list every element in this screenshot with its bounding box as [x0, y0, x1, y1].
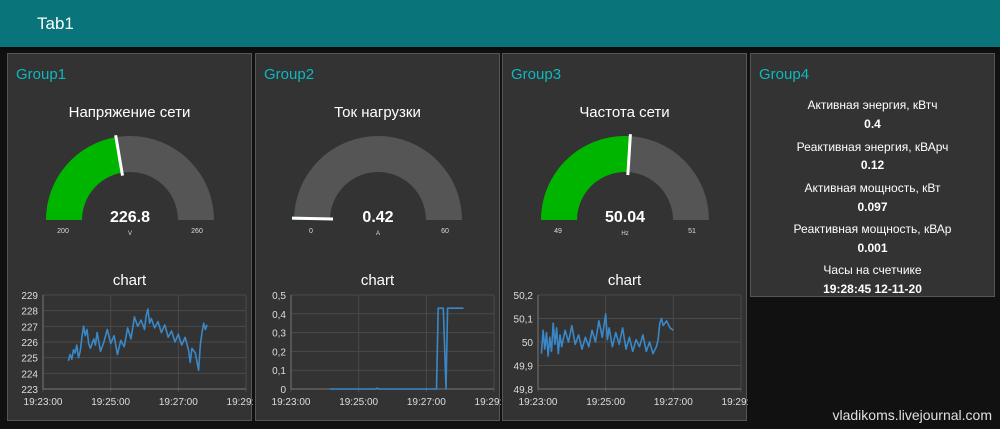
chart-y-tick-label: 228: [21, 307, 38, 318]
current-gauge: 0.42 A 0 60: [291, 136, 462, 237]
gauge-max-label: 51: [688, 228, 696, 235]
group-title: Group2: [264, 66, 315, 83]
chart-series-line: [329, 307, 464, 390]
frequency-gauge: 50.04 Hz 49 51: [541, 134, 709, 237]
gauge-value: 50.04: [605, 209, 645, 226]
chart-y-tick-label: 225: [21, 354, 38, 365]
active-energy-label: Активная энергия, кВтч: [807, 98, 938, 112]
gauge-unit: A: [376, 231, 380, 237]
reactive-power-label: Реактивная мощность, кВАр: [793, 222, 952, 236]
gauge-value: 0.42: [362, 209, 393, 226]
chart-title: chart: [112, 272, 147, 289]
current-chart: 0 0,1 0,2 0,3 0,4 0,5 19:23:00 19:25:00 19:27:00…: [272, 291, 501, 408]
group-3-card: Group3 Частота сети 50.04 Hz 49 51 chart…: [502, 53, 748, 421]
chart-x-tick-label: 19:29:00: [227, 397, 253, 408]
chart-x-tick-label: 19:27:00: [407, 397, 446, 408]
chart-y-tick-label: 50,2: [514, 291, 534, 302]
chart-x-tick-label: 19:29:00: [475, 397, 501, 408]
reactive-energy-label: Реактивная энергия, кВАрч: [796, 140, 949, 154]
active-energy-value: 0.4: [864, 117, 881, 131]
chart-x-tick-label: 19:23:00: [519, 397, 558, 408]
gauge-min-label: 200: [57, 228, 69, 235]
meter-clock-value: 19:28:45 12-11-20: [823, 282, 922, 296]
chart-y-tick-label: 0,1: [272, 366, 286, 377]
gauge-title: Напряжение сети: [68, 104, 191, 121]
chart-y-tick-label: 50: [522, 338, 534, 349]
chart-y-tick-label: 226: [21, 338, 38, 349]
gauge-track: [294, 136, 462, 220]
active-power-label: Активная мощность, кВт: [804, 181, 941, 195]
chart-y-tick-label: 49,9: [514, 362, 534, 373]
gauge-max-label: 60: [441, 228, 449, 235]
gauge-unit: V: [128, 231, 132, 237]
chart-y-tick-label: 0,3: [272, 329, 286, 340]
group-title: Group4: [759, 66, 810, 83]
chart-title: chart: [607, 272, 642, 289]
gauge-unit: Hz: [621, 231, 628, 237]
gauge-title: Ток нагрузки: [334, 104, 421, 121]
gauge-min-label: 49: [554, 228, 562, 235]
tab-title[interactable]: Tab1: [37, 14, 74, 34]
chart-y-tick-label: 49,8: [514, 385, 534, 396]
chart-y-tick-label: 224: [21, 369, 38, 380]
chart-x-tick-label: 19:23:00: [272, 397, 311, 408]
chart-series-line: [540, 312, 674, 357]
group-title: Group3: [511, 66, 562, 83]
chart-y-tick-label: 50,1: [514, 315, 534, 326]
chart-y-tick-label: 0: [280, 385, 286, 396]
gauge-fill: [541, 136, 631, 220]
chart-title: chart: [360, 272, 395, 289]
voltage-gauge: 226.8 V 200 260: [46, 134, 214, 237]
active-power-value: 0.097: [857, 200, 888, 214]
chart-x-tick-label: 19:25:00: [339, 397, 378, 408]
group-title: Group1: [16, 66, 67, 83]
chart-y-tick-label: 229: [21, 291, 38, 302]
gauge-min-label: 0: [309, 228, 313, 235]
meter-clock-label: Часы на счетчике: [823, 263, 922, 277]
chart-y-tick-label: 0,5: [272, 291, 286, 302]
chart-x-tick-label: 19:25:00: [91, 397, 130, 408]
chart-series-line: [67, 308, 208, 371]
gauge-value: 226.8: [110, 209, 150, 226]
chart-y-tick-label: 223: [21, 385, 38, 396]
chart-x-tick-label: 19:29:00: [722, 397, 748, 408]
watermark: vladikoms.livejournal.com: [832, 407, 992, 423]
chart-x-tick-label: 19:27:00: [654, 397, 693, 408]
reactive-energy-value: 0.12: [860, 158, 885, 172]
voltage-chart: 223 224 225 226 227 228 229 19:23:00 19:25:00 19:…: [21, 291, 253, 408]
group-2-card: Group2 Ток нагрузки 0.42 A 0 60 chart 00…: [255, 53, 501, 421]
chart-y-tick-label: 0,4: [272, 310, 286, 321]
header-bar: Tab1: [0, 0, 1000, 47]
gauge-needle: [291, 216, 334, 221]
frequency-chart: 49,8 49,9 50 50,1 50,2 19:23:00 19:25:00 19:27:…: [514, 291, 748, 408]
group-1-card: Group1 Напряжение сети 226.8 V 200 260 c…: [7, 53, 253, 421]
chart-x-tick-label: 19:23:00: [24, 397, 63, 408]
gauge-max-label: 260: [191, 228, 203, 235]
chart-x-tick-label: 19:25:00: [586, 397, 625, 408]
chart-x-tick-label: 19:27:00: [159, 397, 198, 408]
reactive-power-value: 0.001: [857, 241, 888, 255]
chart-y-tick-label: 227: [21, 322, 38, 333]
group-4-card: Group4 Активная энергия, кВтч 0.4 Реакти…: [750, 53, 995, 297]
gauge-title: Частота сети: [579, 104, 670, 121]
gauge-fill: [46, 137, 122, 220]
chart-y-tick-label: 0,2: [272, 347, 286, 358]
